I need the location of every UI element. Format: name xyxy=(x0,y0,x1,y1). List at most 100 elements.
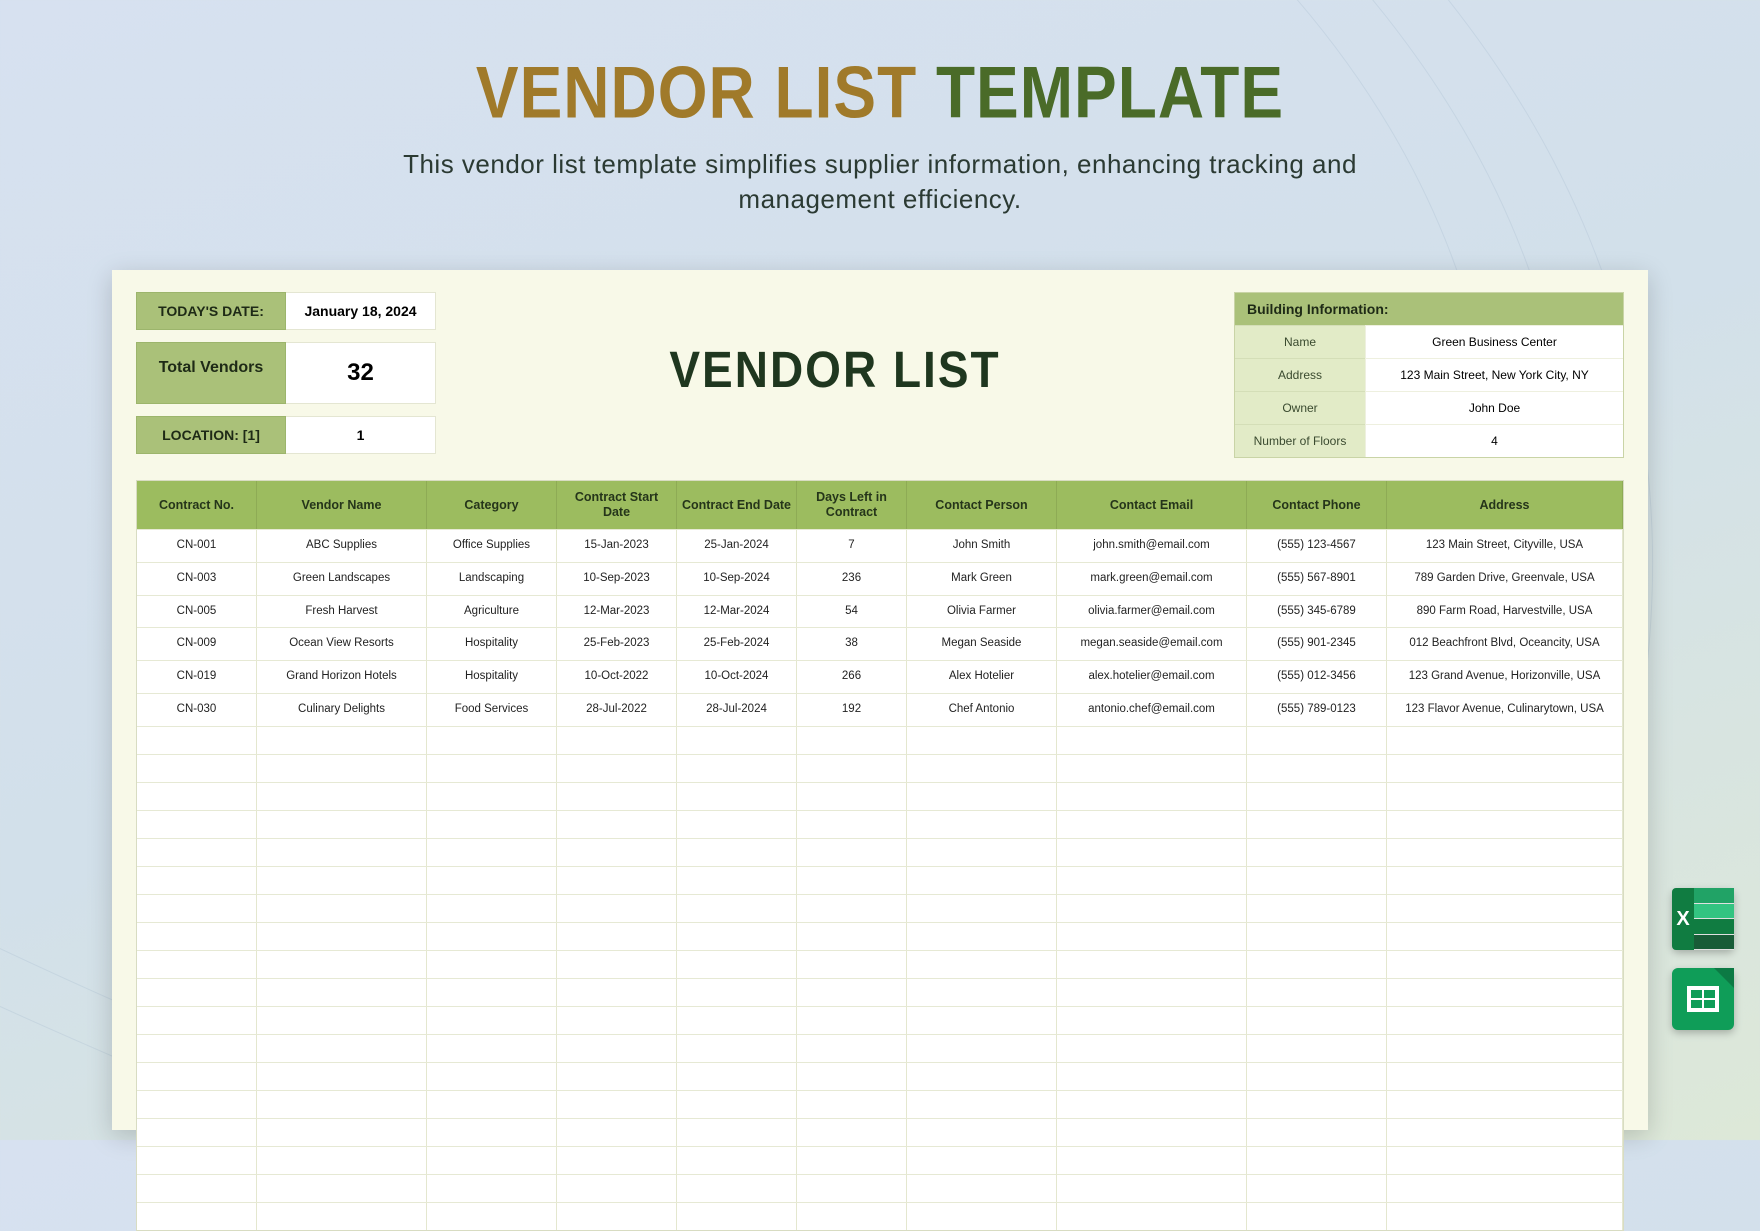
table-cell: 123 Main Street, Cityville, USA xyxy=(1387,530,1623,562)
table-cell: Grand Horizon Hotels xyxy=(257,661,427,693)
table-cell: 10-Sep-2023 xyxy=(557,563,677,595)
table-cell: alex.hotelier@email.com xyxy=(1057,661,1247,693)
table-row-empty xyxy=(137,726,1623,754)
table-cell: 38 xyxy=(797,628,907,660)
table-row-empty xyxy=(137,866,1623,894)
location-value: 1 xyxy=(286,416,436,454)
column-header: Category xyxy=(427,481,557,529)
table-row: CN-030Culinary DelightsFood Services28-J… xyxy=(137,693,1623,726)
table-cell: 10-Oct-2022 xyxy=(557,661,677,693)
table-row-empty xyxy=(137,922,1623,950)
table-row-empty xyxy=(137,1118,1623,1146)
table-cell: Office Supplies xyxy=(427,530,557,562)
table-cell: 12-Mar-2024 xyxy=(677,596,797,628)
total-vendors-pair: Total Vendors 32 xyxy=(136,342,436,404)
table-cell: 25-Jan-2024 xyxy=(677,530,797,562)
column-header: Vendor Name xyxy=(257,481,427,529)
table-cell: CN-019 xyxy=(137,661,257,693)
table-cell: (555) 123-4567 xyxy=(1247,530,1387,562)
table-cell: John Smith xyxy=(907,530,1057,562)
table-cell: 28-Jul-2022 xyxy=(557,694,677,726)
table-cell: Megan Seaside xyxy=(907,628,1057,660)
hero-title-part2: TEMPLATE xyxy=(936,51,1284,134)
table-cell: Chef Antonio xyxy=(907,694,1057,726)
table-cell: 12-Mar-2023 xyxy=(557,596,677,628)
excel-icon[interactable]: X xyxy=(1672,888,1734,950)
table-cell: Food Services xyxy=(427,694,557,726)
table-cell: 192 xyxy=(797,694,907,726)
table-row: CN-001ABC SuppliesOffice Supplies15-Jan-… xyxy=(137,529,1623,562)
table-cell: megan.seaside@email.com xyxy=(1057,628,1247,660)
table-cell: Hospitality xyxy=(427,661,557,693)
table-cell: antonio.chef@email.com xyxy=(1057,694,1247,726)
table-row-empty xyxy=(137,1090,1623,1118)
table-cell: (555) 567-8901 xyxy=(1247,563,1387,595)
column-header: Contact Phone xyxy=(1247,481,1387,529)
table-row: CN-009Ocean View ResortsHospitality25-Fe… xyxy=(137,627,1623,660)
table-cell: 789 Garden Drive, Greenvale, USA xyxy=(1387,563,1623,595)
table-cell: CN-005 xyxy=(137,596,257,628)
hero-title-part1: VENDOR LIST xyxy=(476,51,917,134)
hero: VENDOR LIST TEMPLATE This vendor list te… xyxy=(0,0,1760,217)
table-cell: 15-Jan-2023 xyxy=(557,530,677,562)
building-info-row: Number of Floors4 xyxy=(1235,424,1623,457)
column-header: Days Left in Contract xyxy=(797,481,907,529)
todays-date-value: January 18, 2024 xyxy=(286,292,436,330)
table-cell: 7 xyxy=(797,530,907,562)
table-cell: 012 Beachfront Blvd, Oceancity, USA xyxy=(1387,628,1623,660)
table-row-empty xyxy=(137,978,1623,1006)
table-row-empty xyxy=(137,1006,1623,1034)
building-row-label: Address xyxy=(1235,358,1365,391)
building-row-label: Owner xyxy=(1235,391,1365,424)
table-cell: (555) 345-6789 xyxy=(1247,596,1387,628)
table-header-row: Contract No.Vendor NameCategory Contract … xyxy=(137,481,1623,529)
table-row-empty xyxy=(137,754,1623,782)
table-row: CN-005Fresh HarvestAgriculture12-Mar-202… xyxy=(137,595,1623,628)
table-cell: Fresh Harvest xyxy=(257,596,427,628)
todays-date-pair: TODAY'S DATE: January 18, 2024 xyxy=(136,292,436,330)
table-cell: CN-009 xyxy=(137,628,257,660)
table-cell: 10-Sep-2024 xyxy=(677,563,797,595)
table-row-empty xyxy=(137,1174,1623,1202)
building-row-label: Name xyxy=(1235,325,1365,358)
location-pair: LOCATION: [1] 1 xyxy=(136,416,436,454)
building-row-label: Number of Floors xyxy=(1235,424,1365,457)
table-cell: Landscaping xyxy=(427,563,557,595)
column-header: Contract No. xyxy=(137,481,257,529)
table-cell: CN-003 xyxy=(137,563,257,595)
table-row-empty xyxy=(137,894,1623,922)
table-cell: ABC Supplies xyxy=(257,530,427,562)
table-row-empty xyxy=(137,1146,1623,1174)
vendor-table: Contract No.Vendor NameCategory Contract … xyxy=(136,480,1624,1231)
table-cell: CN-001 xyxy=(137,530,257,562)
building-row-value: Green Business Center xyxy=(1365,325,1623,358)
table-cell: CN-030 xyxy=(137,694,257,726)
table-cell: 10-Oct-2024 xyxy=(677,661,797,693)
table-row-empty xyxy=(137,810,1623,838)
table-cell: 266 xyxy=(797,661,907,693)
sheet-top-row: TODAY'S DATE: January 18, 2024 Total Ven… xyxy=(136,292,1624,466)
table-cell: 123 Flavor Avenue, Culinarytown, USA xyxy=(1387,694,1623,726)
table-row-empty xyxy=(137,1034,1623,1062)
table-row-empty xyxy=(137,1202,1623,1230)
building-info-row: Address123 Main Street, New York City, N… xyxy=(1235,358,1623,391)
table-cell: Mark Green xyxy=(907,563,1057,595)
hero-title: VENDOR LIST TEMPLATE xyxy=(0,49,1760,134)
table-cell: 123 Grand Avenue, Horizonville, USA xyxy=(1387,661,1623,693)
table-row: CN-003Green LandscapesLandscaping10-Sep-… xyxy=(137,562,1623,595)
file-format-icons: X xyxy=(1672,888,1734,1030)
table-cell: 54 xyxy=(797,596,907,628)
table-cell: Olivia Farmer xyxy=(907,596,1057,628)
building-info-row: OwnerJohn Doe xyxy=(1235,391,1623,424)
column-header: Contract End Date xyxy=(677,481,797,529)
building-info-box: Building Information: NameGreen Business… xyxy=(1234,292,1624,458)
table-cell: john.smith@email.com xyxy=(1057,530,1247,562)
table-cell: 28-Jul-2024 xyxy=(677,694,797,726)
table-cell: (555) 789-0123 xyxy=(1247,694,1387,726)
table-cell: mark.green@email.com xyxy=(1057,563,1247,595)
building-info-row: NameGreen Business Center xyxy=(1235,325,1623,358)
table-cell: 25-Feb-2023 xyxy=(557,628,677,660)
google-sheets-icon[interactable] xyxy=(1672,968,1734,1030)
building-info-header: Building Information: xyxy=(1235,293,1623,325)
location-label: LOCATION: [1] xyxy=(136,416,286,454)
